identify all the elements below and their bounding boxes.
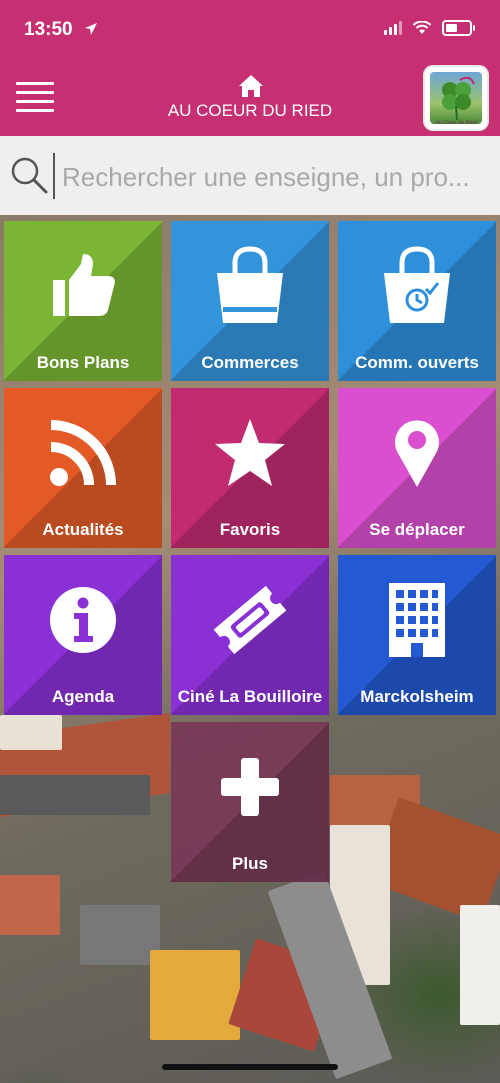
tile-label: Ciné La Bouilloire <box>177 687 323 706</box>
search-icon <box>11 157 48 194</box>
building-icon <box>389 583 445 657</box>
tile-commerces[interactable]: Commerces <box>171 221 329 381</box>
tile-favoris[interactable]: Favoris <box>171 388 329 548</box>
tile-label: Favoris <box>219 520 281 539</box>
ticket-icon <box>213 585 287 655</box>
home-indicator[interactable] <box>162 1064 338 1070</box>
shopping-bag-icon <box>217 246 283 323</box>
tile-actualites[interactable]: Actualités <box>4 388 162 548</box>
logo-image <box>430 72 482 124</box>
home-icon[interactable] <box>238 74 264 98</box>
tile-label: Se déplacer <box>369 520 465 539</box>
info-icon <box>50 587 116 653</box>
tile-agenda[interactable]: Agenda <box>4 555 162 715</box>
tile-marckolsheim[interactable]: Marckolsheim <box>338 555 496 715</box>
status-time: 13:50 <box>24 19 73 40</box>
tile-label: Marckolsheim <box>360 687 474 706</box>
map-pin-icon <box>395 420 439 487</box>
location-arrow-icon <box>85 23 97 35</box>
tile-label: Plus <box>232 854 268 873</box>
battery-icon <box>442 20 475 36</box>
thumbs-up-icon <box>53 254 115 316</box>
app-logo[interactable]: Au Cœur du Ried <box>425 67 487 129</box>
tile-label: Bons Plans <box>36 353 130 372</box>
tile-label: Comm. ouverts <box>355 353 479 372</box>
tile-comm-ouverts[interactable]: Comm. ouverts <box>338 221 496 381</box>
rss-icon <box>50 420 116 486</box>
tile-label: Agenda <box>51 687 115 706</box>
wifi-icon <box>412 21 432 34</box>
clover-icon <box>442 76 475 121</box>
cellular-signal-icon <box>384 21 402 35</box>
tile-label: Actualités <box>42 520 124 539</box>
text-cursor <box>53 153 55 199</box>
tile-bons-plans[interactable]: Bons Plans <box>4 221 162 381</box>
app-header: 13:50 AU COEUR DU RIED Au Cœur du Ried <box>0 0 500 136</box>
status-indicators <box>384 20 475 36</box>
plus-icon <box>221 758 279 816</box>
tile-se-deplacer[interactable]: Se déplacer <box>338 388 496 548</box>
logo-text: Au Cœur du Ried <box>435 120 477 126</box>
tile-label: Commerces <box>201 353 299 372</box>
star-icon <box>215 419 285 486</box>
tile-cine-la-bouilloire[interactable]: Ciné La Bouilloire <box>171 555 329 715</box>
search-input[interactable] <box>62 157 492 197</box>
bag-clock-icon <box>384 246 450 323</box>
tile-plus[interactable]: Plus <box>171 722 329 882</box>
